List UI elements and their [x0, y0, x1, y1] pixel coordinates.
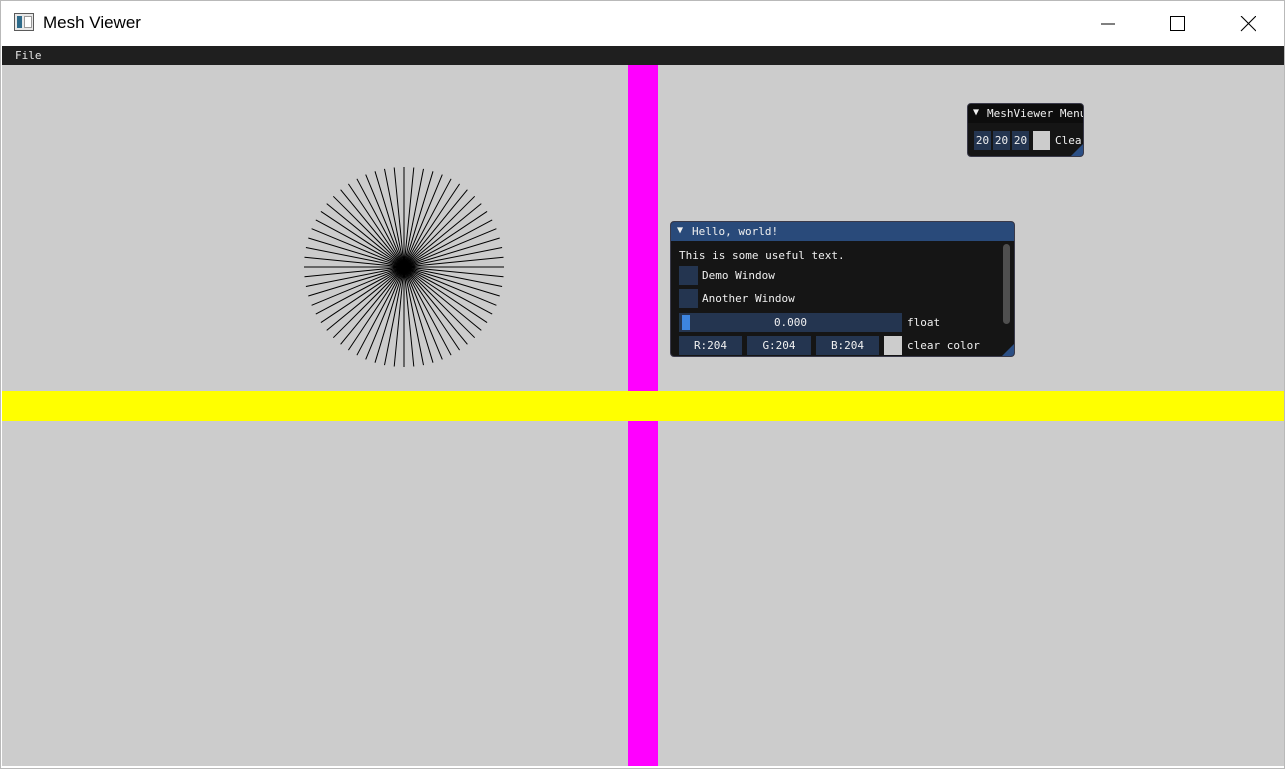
color-r-field[interactable]: R:204: [679, 336, 742, 355]
maximize-icon: [1170, 16, 1185, 31]
menu-file[interactable]: File: [15, 49, 42, 62]
close-icon: [1240, 16, 1256, 32]
demo-window-label[interactable]: Demo Window: [702, 269, 775, 282]
mesh-ray: [403, 203, 482, 268]
demo-window-checkbox[interactable]: [679, 266, 698, 285]
render-viewport[interactable]: ▼ MeshViewer Menu 20 20 20 Clear ▼ Hello…: [2, 65, 1284, 766]
mesh-ray: [340, 266, 405, 345]
close-button[interactable]: [1225, 1, 1271, 46]
meshviewer-window-title: MeshViewer Menu: [987, 107, 1084, 120]
mesh-ray: [326, 203, 405, 268]
menu-bar: File: [2, 46, 1284, 65]
mesh-ray: [403, 266, 468, 345]
useful-text: This is some useful text.: [679, 249, 845, 262]
app-window: Mesh Viewer File ▼ MeshViewer Menu 20 20…: [0, 0, 1285, 769]
mesh-ray: [403, 189, 468, 268]
minimize-icon: [1101, 23, 1115, 25]
value-field-2[interactable]: 20: [993, 131, 1010, 150]
color-g-field[interactable]: G:204: [747, 336, 811, 355]
collapse-triangle-icon[interactable]: ▼: [677, 225, 683, 236]
clear-color-label: clear color: [907, 339, 980, 352]
another-window-checkbox[interactable]: [679, 289, 698, 308]
mesh-ray: [403, 266, 482, 331]
scrollbar-thumb[interactable]: [1003, 244, 1010, 324]
slider-value: 0.000: [773, 316, 808, 329]
hello-window-title: Hello, world!: [692, 225, 779, 238]
hello-world-window[interactable]: ▼ Hello, world! This is some useful text…: [670, 221, 1015, 357]
meshviewer-menu-window[interactable]: ▼ MeshViewer Menu 20 20 20 Clear: [967, 103, 1084, 157]
app-icon: [14, 13, 34, 31]
starburst-mesh: [304, 167, 504, 367]
color-b-field[interactable]: B:204: [816, 336, 879, 355]
horizontal-yellow-bar: [2, 391, 1284, 421]
resize-grip[interactable]: [1071, 144, 1083, 156]
mesh-ray: [340, 189, 405, 268]
another-window-label[interactable]: Another Window: [702, 292, 795, 305]
meshviewer-color-swatch[interactable]: [1033, 131, 1050, 150]
value-field-1[interactable]: 20: [974, 131, 991, 150]
resize-grip[interactable]: [1002, 344, 1014, 356]
collapse-triangle-icon[interactable]: ▼: [973, 107, 979, 118]
maximize-button[interactable]: [1154, 1, 1200, 46]
float-label: float: [907, 316, 941, 329]
hello-window-title-bar[interactable]: ▼ Hello, world!: [671, 222, 1014, 241]
scrollbar[interactable]: [1001, 242, 1012, 355]
title-bar[interactable]: Mesh Viewer: [1, 1, 1284, 46]
clear-color-swatch[interactable]: [884, 336, 902, 355]
float-slider[interactable]: 0.000: [679, 313, 902, 332]
meshviewer-window-title-bar[interactable]: ▼ MeshViewer Menu: [968, 104, 1084, 123]
mesh-ray: [326, 266, 405, 331]
window-title: Mesh Viewer: [43, 13, 141, 32]
value-field-3[interactable]: 20: [1012, 131, 1029, 150]
minimize-button[interactable]: [1085, 1, 1131, 46]
